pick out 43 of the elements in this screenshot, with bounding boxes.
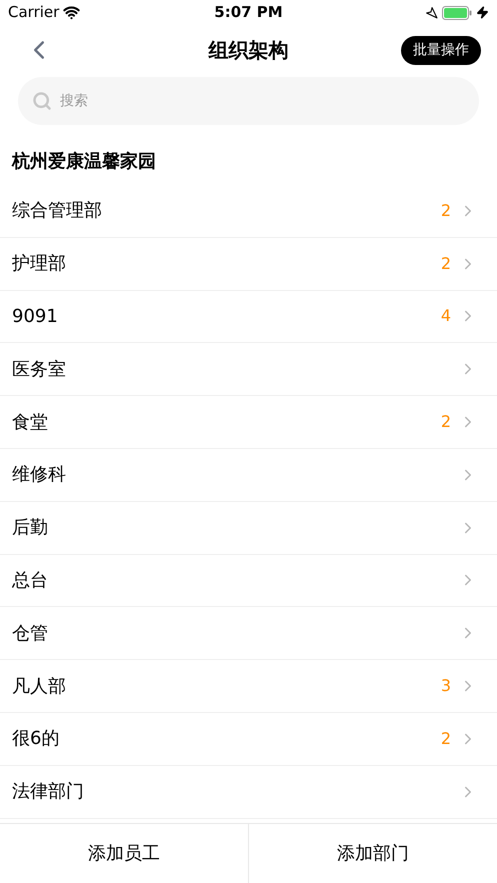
member-count: 2: [440, 728, 451, 750]
department-name: 凡人部: [12, 674, 67, 699]
department-name: 维修科: [12, 463, 67, 488]
department-name: 医务室: [12, 358, 67, 382]
department-row[interactable]: 维修科: [0, 448, 497, 502]
department-name: 很6的: [12, 727, 60, 752]
department-row[interactable]: 法律部门: [0, 766, 497, 819]
department-name: 仓管: [12, 622, 49, 646]
member-count: 2: [440, 200, 451, 222]
location-icon: [424, 6, 438, 19]
department-name: 护理部: [12, 252, 67, 276]
department-row[interactable]: 凡人部 3: [0, 660, 497, 713]
department-row[interactable]: 后勤: [0, 502, 497, 555]
department-name: 法律部门: [12, 780, 85, 804]
department-name: 食堂: [12, 410, 49, 435]
member-count: 2: [440, 411, 451, 434]
department-name: 后勤: [12, 516, 49, 540]
department-name: 综合管理部: [12, 199, 103, 224]
search-icon: [32, 91, 52, 111]
department-name: 9091: [12, 304, 59, 329]
department-name: 总台: [12, 568, 49, 593]
search-field[interactable]: 搜索: [18, 77, 479, 125]
department-row[interactable]: 总台: [0, 554, 497, 608]
batch-operation-button[interactable]: 批量操作: [401, 36, 481, 64]
department-row[interactable]: 9091 4: [0, 290, 497, 344]
department-row[interactable]: 食堂 2: [0, 396, 497, 449]
department-row[interactable]: 很6的 2: [0, 712, 497, 766]
department-row[interactable]: 综合管理部 2: [0, 185, 497, 238]
department-row[interactable]: 仓管: [0, 607, 497, 660]
carrier-text: Carrier: [8, 2, 60, 24]
clock-text: 5:07 PM: [214, 2, 283, 24]
page-title: 组织架构: [208, 37, 288, 64]
organization-title: 杭州爱康温馨家园: [12, 150, 156, 174]
footer-button[interactable]: 添加部门: [248, 824, 497, 883]
member-count: 4: [440, 305, 451, 328]
department-row[interactable]: 护理部 2: [0, 238, 497, 291]
footer-button[interactable]: 添加员工: [0, 824, 248, 883]
charging-icon: [476, 6, 489, 19]
member-count: 2: [440, 252, 451, 275]
department-row[interactable]: 医务室: [0, 343, 497, 396]
member-count: 3: [440, 675, 451, 698]
wifi-icon: [63, 4, 80, 21]
battery-icon: [442, 6, 472, 20]
